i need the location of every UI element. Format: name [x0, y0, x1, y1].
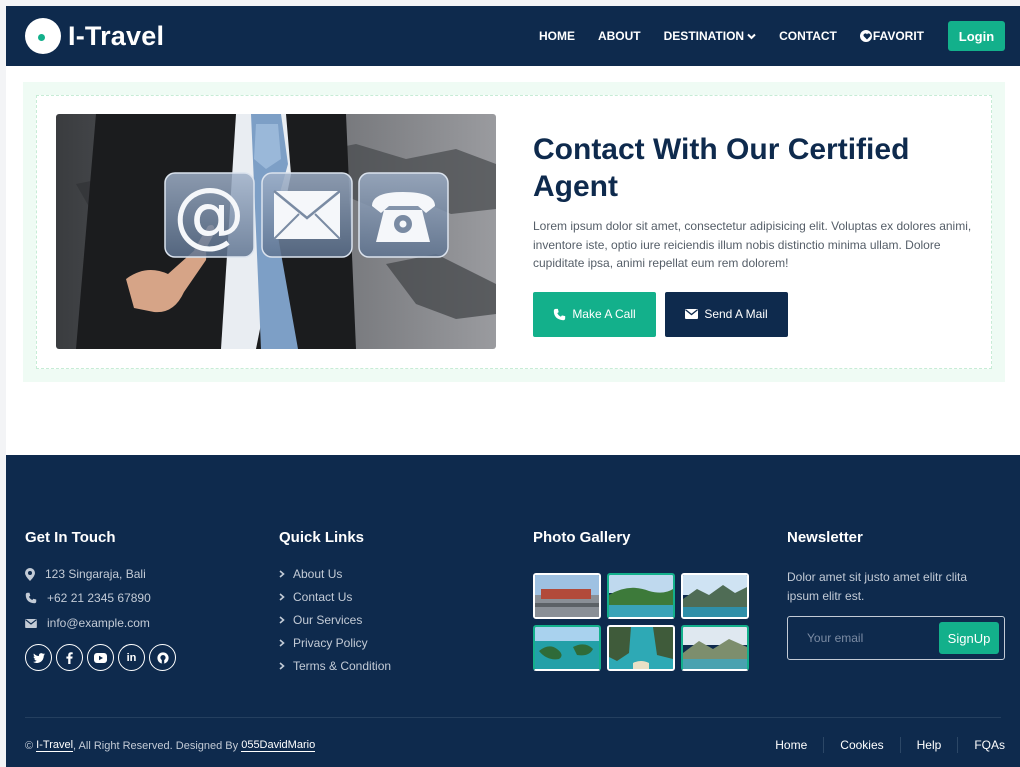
chevron-right-icon [279, 662, 285, 670]
footer-gallery: Photo Gallery [533, 529, 749, 671]
quick-link-about-label: About Us [293, 567, 343, 581]
envelope-icon [685, 309, 699, 319]
quick-link-privacy-label: Privacy Policy [293, 636, 368, 650]
heart-icon [859, 30, 872, 42]
login-button[interactable]: Login [948, 21, 1005, 51]
brand[interactable]: I-Travel [25, 18, 164, 54]
contact-description: Lorem ipsum dolor sit amet, consectetur … [533, 219, 972, 270]
gallery-thumb[interactable] [533, 625, 601, 671]
footer-menu: Home Cookies Help FQAs [759, 737, 1005, 753]
contact-buttons: Make A Call Send A Mail [533, 291, 973, 337]
github-icon[interactable] [149, 644, 176, 671]
newsletter-form: SignUp [787, 616, 1005, 660]
facebook-icon[interactable] [56, 644, 83, 671]
footer: Get In Touch 123 Singaraja, Bali +62 21 … [6, 455, 1020, 767]
gallery-thumb[interactable] [607, 625, 675, 671]
designer-link[interactable]: 055DavidMario [241, 739, 316, 752]
contact-card: @ Contact With Our Certified Agent Lorem… [36, 95, 992, 369]
send-mail-label: Send A Mail [704, 307, 768, 321]
footer-phone-text: +62 21 2345 67890 [47, 591, 151, 605]
quick-link-contact-label: Contact Us [293, 590, 353, 604]
nav-home[interactable]: HOME [539, 29, 575, 43]
footer-email-text: info@example.com [47, 616, 150, 630]
copyright-text: , All Right Reserved. Designed By [73, 739, 239, 752]
contact-agent-photo: @ [56, 114, 496, 349]
brand-name: I-Travel [68, 20, 165, 51]
quick-link-about[interactable]: About Us [279, 565, 391, 583]
twitter-icon[interactable] [25, 644, 52, 671]
quick-link-services[interactable]: Our Services [279, 611, 391, 629]
phone-icon [554, 308, 566, 320]
footer-menu-faqs[interactable]: FQAs [957, 737, 1005, 753]
quick-link-contact[interactable]: Contact Us [279, 588, 391, 606]
send-mail-button[interactable]: Send A Mail [665, 291, 788, 337]
brand-logo-icon [25, 18, 61, 54]
footer-address: 123 Singaraja, Bali [25, 565, 180, 583]
chevron-right-icon [279, 639, 285, 647]
youtube-icon[interactable] [87, 644, 114, 671]
signup-button[interactable]: SignUp [939, 622, 999, 654]
newsletter-title: Newsletter [787, 529, 863, 546]
footer-newsletter: Newsletter Dolor amet sit justo amet eli… [787, 529, 1005, 660]
newsletter-email-input[interactable] [788, 617, 938, 659]
chevron-down-icon [747, 33, 756, 39]
nav-destination-label: DESTINATION [663, 29, 745, 43]
footer-contact-title: Get In Touch [25, 529, 116, 546]
quick-link-terms[interactable]: Terms & Condition [279, 657, 391, 675]
gallery-title: Photo Gallery [533, 529, 631, 546]
chevron-right-icon [279, 593, 285, 601]
make-call-button[interactable]: Make A Call [533, 291, 656, 337]
footer-menu-cookies[interactable]: Cookies [823, 737, 899, 753]
copyright-brand-link[interactable]: I-Travel [36, 739, 74, 752]
social-links: in [25, 644, 180, 671]
nav-destination[interactable]: DESTINATION [664, 29, 756, 43]
gallery-thumb[interactable] [533, 573, 601, 619]
gallery-thumb[interactable] [681, 573, 749, 619]
copyright: © I-Travel, All Right Reserved. Designed… [25, 739, 316, 752]
chevron-right-icon [279, 570, 285, 578]
phone-icon [25, 592, 37, 604]
gallery-thumb[interactable] [607, 573, 675, 619]
quick-link-terms-label: Terms & Condition [293, 659, 392, 673]
nav-about[interactable]: ABOUT [598, 29, 641, 43]
nav-favorit[interactable]: FAVORIT [859, 29, 924, 43]
gallery-thumb[interactable] [681, 625, 749, 671]
navbar: I-Travel HOME ABOUT DESTINATION CONTACT … [6, 6, 1020, 66]
contact-title: Contact With Our Certified Agent [533, 133, 910, 203]
linkedin-icon[interactable]: in [118, 644, 145, 671]
quick-links-title: Quick Links [279, 529, 365, 546]
make-call-label: Make A Call [572, 307, 636, 321]
footer-menu-home[interactable]: Home [759, 737, 823, 753]
nav-contact[interactable]: CONTACT [779, 29, 837, 43]
footer-divider [25, 717, 1001, 718]
contact-text: Contact With Our Certified Agent Lorem i… [533, 131, 973, 337]
footer-quick-links: Quick Links About Us Contact Us Our Serv… [279, 529, 391, 675]
chevron-right-icon [279, 616, 285, 624]
footer-email: info@example.com [25, 614, 180, 632]
copyright-symbol: © [25, 739, 34, 752]
contact-section: @ Contact With Our Certified Agent Lorem… [23, 82, 1005, 382]
nav-favorit-label: FAVORIT [872, 29, 924, 43]
main-content: @ Contact With Our Certified Agent Lorem… [6, 66, 1020, 455]
quick-link-services-label: Our Services [293, 613, 363, 627]
svg-text:@: @ [173, 172, 245, 256]
newsletter-description: Dolor amet sit justo amet elitr clita ip… [787, 570, 968, 603]
quick-link-privacy[interactable]: Privacy Policy [279, 634, 391, 652]
footer-contact: Get In Touch 123 Singaraja, Bali +62 21 … [25, 529, 180, 671]
footer-address-text: 123 Singaraja, Bali [45, 567, 146, 581]
map-marker-icon [25, 567, 35, 581]
envelope-icon [25, 618, 37, 628]
footer-menu-help[interactable]: Help [899, 737, 958, 753]
gallery-grid [533, 573, 749, 671]
nav-links: HOME ABOUT DESTINATION CONTACT FAVORIT L… [539, 21, 1005, 51]
footer-phone: +62 21 2345 67890 [25, 589, 180, 607]
